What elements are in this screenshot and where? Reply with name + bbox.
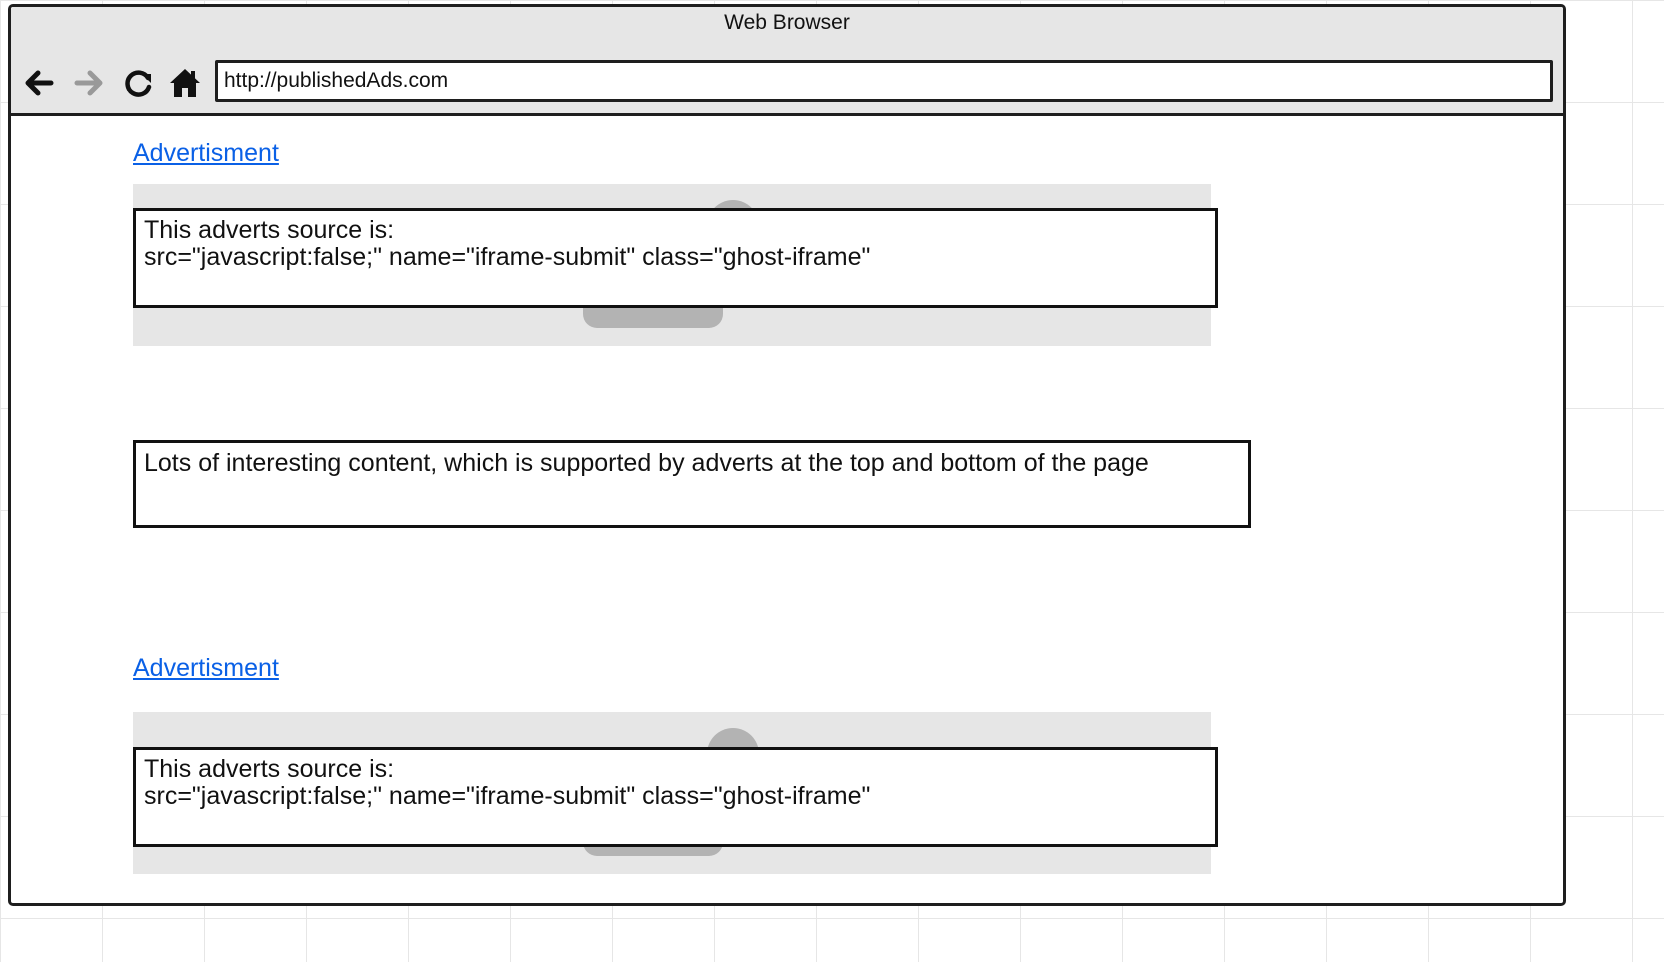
ad-source-value: src="javascript:false;" name="iframe-sub… (144, 243, 871, 271)
ad-source-heading: This adverts source is: (144, 755, 395, 783)
back-arrow-icon (25, 70, 54, 96)
bottom-advertisement-link[interactable]: Advertisment (133, 654, 279, 683)
ad-source-heading: This adverts source is: (144, 216, 395, 244)
reload-button[interactable] (121, 65, 157, 101)
main-content-box: Lots of interesting content, which is su… (133, 440, 1251, 528)
window-title: Web Browser (724, 11, 850, 34)
top-advertisement-link[interactable]: Advertisment (133, 139, 279, 168)
browser-titlebar: Web Browser http://publishedAds.com (11, 7, 1563, 116)
top-ad-source-box: This adverts source is: src="javascript:… (133, 208, 1218, 308)
home-button[interactable] (167, 65, 203, 101)
home-icon (170, 69, 200, 97)
bottom-ad-source-box: This adverts source is: src="javascript:… (133, 747, 1218, 847)
ad-source-value: src="javascript:false;" name="iframe-sub… (144, 782, 871, 810)
main-content-text: Lots of interesting content, which is su… (144, 449, 1149, 477)
reload-icon (125, 70, 152, 97)
forward-button[interactable] (71, 65, 107, 101)
back-button[interactable] (21, 65, 57, 101)
forward-arrow-icon (74, 70, 103, 96)
address-bar[interactable]: http://publishedAds.com (215, 60, 1553, 102)
browser-window: Web Browser http://publishedAds.com Adve… (8, 4, 1566, 906)
